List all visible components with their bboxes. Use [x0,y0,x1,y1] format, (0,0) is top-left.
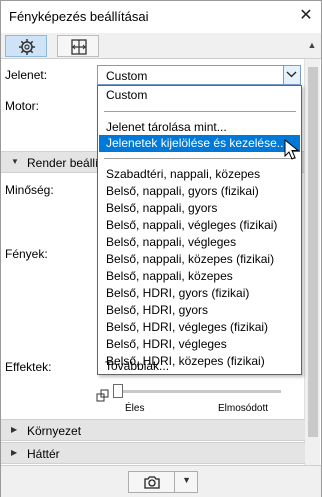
render-settings-label: Render beállí [27,156,99,170]
dropdown-item[interactable]: Belső, nappali, gyors [99,200,300,217]
lights-label: Fények: [5,247,48,261]
photo-settings-window: Fényképezés beállításai ✕ ▲ Jelenet: Cus… [0,0,322,497]
bottom-bar: ▼ [1,465,321,497]
camera-icon [144,476,160,489]
dropdown-item[interactable]: Custom [99,87,300,104]
chevron-down-icon: ▼ [11,157,19,166]
scroll-up-icon[interactable]: ▲ [305,37,319,53]
environment-header[interactable]: ▶ Környezet [1,419,305,441]
chevron-down-icon[interactable]: ▼ [182,475,191,485]
slider-right-label: Elmosódott [218,403,269,414]
title-bar: Fényképezés beállításai ✕ [1,1,321,33]
dropdown-item[interactable]: Belső, nappali, végleges [99,234,300,251]
dropdown-item[interactable]: Belső, nappali, gyors (fizikai) [99,183,300,200]
blur-slider-thumb[interactable] [113,384,123,398]
blur-slider-track[interactable] [121,390,281,393]
capture-button-group: ▼ [128,471,198,493]
engine-label: Motor: [5,99,40,113]
grid-icon [71,39,87,55]
toolbar: ▲ [1,33,321,59]
dropdown-item[interactable]: Belső, HDRI, végleges [99,336,300,353]
dropdown-item[interactable]: Belső, HDRI, gyors (fizikai) [99,285,300,302]
dropdown-item[interactable]: Belső, nappali, közepes [99,268,300,285]
vertical-scrollbar[interactable] [304,59,320,465]
chevron-right-icon: ▶ [11,448,18,457]
tab-settings[interactable] [5,35,47,57]
capture-button[interactable] [129,472,175,492]
mouse-cursor-icon [284,139,300,160]
effects-label: Effektek: [5,360,52,374]
chevron-right-icon: ▶ [11,425,18,434]
scene-select-value: Custom [106,69,148,83]
dropdown-item-highlighted[interactable]: Jelenetek kijelölése és kezelése... [99,135,300,152]
tab-layout[interactable] [57,35,99,57]
slider-left-label: Éles [125,403,145,414]
background-label: Háttér [27,447,60,461]
scene-select[interactable]: Custom [97,65,301,85]
dropdown-item[interactable]: Szabadtéri, nappali, közepes [99,166,300,183]
background-header[interactable]: ▶ Háttér [1,442,305,464]
dropdown-item[interactable]: Belső, HDRI, végleges (fizikai) [99,319,300,336]
gear-icon [19,39,35,55]
quality-label: Minőség: [5,183,54,197]
chevron-down-icon[interactable] [283,66,300,84]
scene-dropdown-list: Custom Jelenet tárolása mint... Jelenete… [97,85,302,375]
dropdown-separator [104,158,296,159]
dropdown-item[interactable]: Belső, HDRI, gyors [99,302,300,319]
close-icon[interactable]: ✕ [295,7,317,25]
dropdown-item[interactable]: Jelenet tárolása mint... [99,119,300,136]
dropdown-item[interactable]: Belső, nappali, közepes (fizikai) [99,251,300,268]
environment-label: Környezet [27,424,82,438]
dropdown-item[interactable]: Belső, nappali, végleges (fizikai) [99,217,300,234]
scene-label: Jelenet: [5,68,48,82]
window-title: Fényképezés beállításai [9,9,149,24]
scrollbar-thumb[interactable] [308,67,318,437]
dropdown-separator [104,111,296,112]
blur-icon [96,389,109,402]
dropdown-item[interactable]: Továbbiak... [98,358,299,375]
